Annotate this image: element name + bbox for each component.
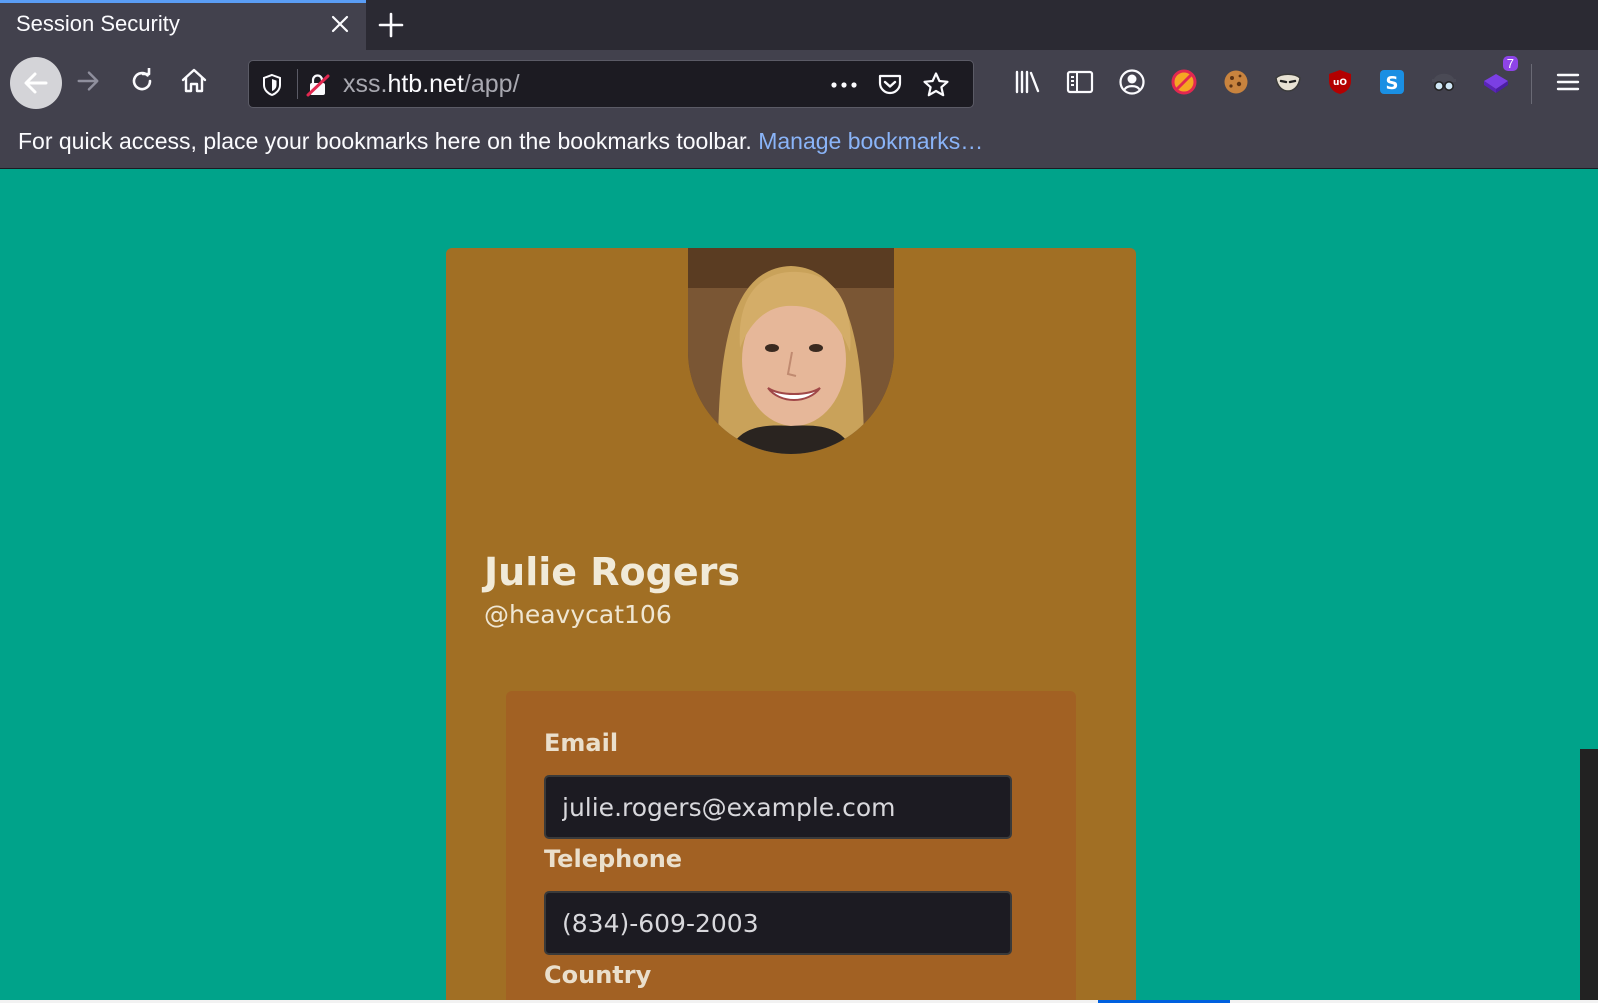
bookmarks-toolbar: For quick access, place your bookmarks h…: [0, 118, 1598, 169]
toolbar-separator: [1531, 64, 1532, 104]
url-bar[interactable]: xss.htb.net/app/: [248, 60, 974, 108]
back-button[interactable]: [10, 57, 62, 109]
telephone-label: Telephone: [544, 845, 683, 873]
country-label: Country: [544, 961, 652, 989]
reload-button[interactable]: [120, 59, 164, 103]
close-tab-icon[interactable]: [325, 9, 355, 39]
manage-bookmarks-link[interactable]: Manage bookmarks…: [758, 128, 983, 154]
account-icon[interactable]: [1112, 62, 1152, 102]
hamburger-menu-icon[interactable]: [1548, 62, 1588, 102]
s-extension-icon[interactable]: S: [1372, 62, 1412, 102]
purple-extension-icon[interactable]: 7: [1476, 56, 1518, 102]
page-actions-icon[interactable]: [829, 70, 859, 100]
profile-name: Julie Rogers: [484, 550, 740, 594]
url-separator: [297, 69, 298, 99]
url-host: htb.net: [387, 70, 464, 98]
svg-text:S: S: [1386, 73, 1399, 94]
sidebar-icon[interactable]: [1060, 62, 1100, 102]
browser-tab[interactable]: Session Security: [0, 0, 366, 50]
pocket-icon[interactable]: [875, 70, 905, 100]
avatar: [688, 248, 894, 454]
shield-icon[interactable]: [257, 70, 287, 100]
extension-badge: 7: [1502, 56, 1518, 71]
tab-title: Session Security: [16, 11, 180, 36]
insecure-lock-icon[interactable]: [303, 70, 333, 100]
navigation-toolbar: xss.htb.net/app/ uO S 7: [0, 50, 1598, 118]
cookie-extension-icon[interactable]: [1216, 62, 1256, 102]
page-content: Julie Rogers @heavycat106 Email Telephon…: [0, 169, 1580, 1003]
profile-details-panel: Email Telephone Country: [506, 691, 1076, 1003]
url-prefix: xss.: [343, 70, 388, 98]
url-path: /app/: [463, 70, 520, 98]
profile-handle: @heavycat106: [484, 600, 672, 629]
bookmark-star-icon[interactable]: [921, 70, 951, 100]
new-tab-icon[interactable]: [372, 8, 410, 42]
url-text[interactable]: xss.htb.net/app/: [343, 70, 520, 99]
bookmarks-hint-text: For quick access, place your bookmarks h…: [18, 128, 752, 154]
profile-photo: [688, 248, 894, 454]
home-button[interactable]: [172, 59, 216, 103]
tab-strip: Session Security: [0, 0, 1598, 50]
email-label: Email: [544, 729, 619, 757]
svg-text:uO: uO: [1333, 78, 1347, 88]
block-extension-icon[interactable]: [1164, 62, 1204, 102]
mask-extension-icon[interactable]: [1268, 62, 1308, 102]
email-field[interactable]: [544, 775, 1012, 839]
ublock-origin-icon[interactable]: uO: [1320, 62, 1360, 102]
forward-button[interactable]: [66, 59, 110, 103]
bookmarks-hint: For quick access, place your bookmarks h…: [18, 128, 983, 155]
scrollbar-thumb[interactable]: [1580, 749, 1598, 1003]
profile-card: Julie Rogers @heavycat106 Email Telephon…: [446, 248, 1136, 1003]
telephone-field[interactable]: [544, 891, 1012, 955]
spy-extension-icon[interactable]: [1424, 62, 1464, 102]
library-icon[interactable]: [1008, 62, 1048, 102]
